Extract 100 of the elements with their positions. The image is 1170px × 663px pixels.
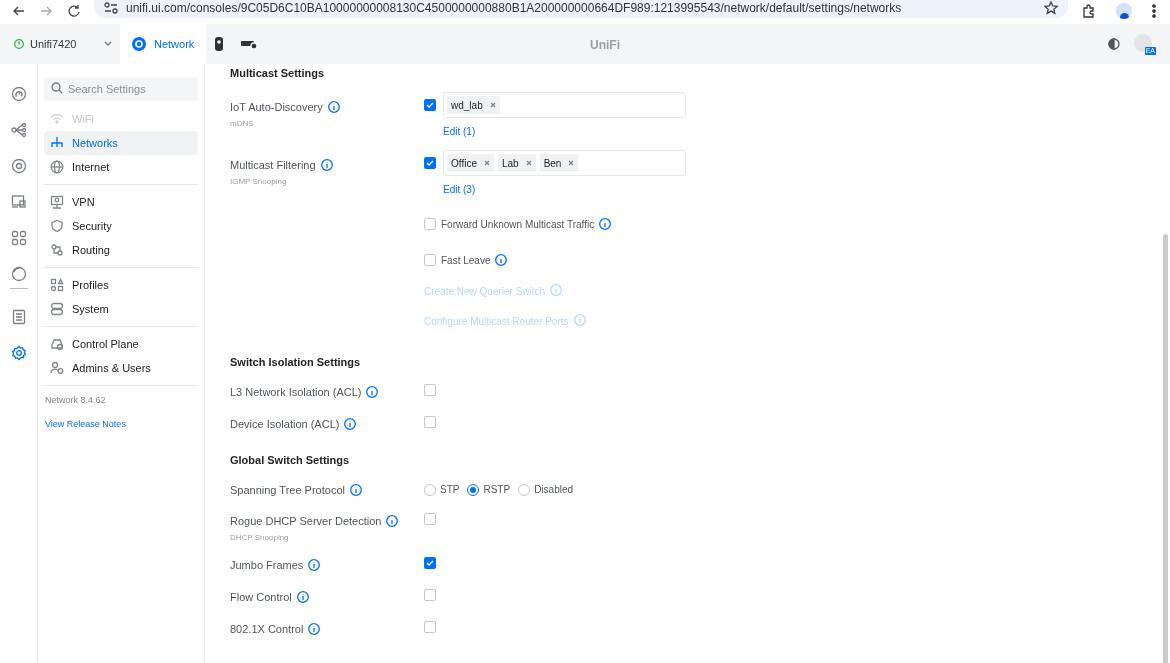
console-selector[interactable]: Unifi7420 bbox=[0, 24, 120, 64]
star-icon bbox=[1044, 1, 1058, 15]
checkbox[interactable] bbox=[424, 99, 436, 111]
checkbox[interactable] bbox=[424, 513, 436, 525]
document-icon[interactable] bbox=[10, 309, 27, 325]
users-icon bbox=[50, 361, 64, 375]
setting-label: Spanning Tree Protocol bbox=[230, 483, 345, 498]
release-notes-link[interactable]: View Release Notes bbox=[44, 417, 198, 431]
setting-sublabel: DHCP Snooping bbox=[230, 531, 290, 544]
profile-icon[interactable] bbox=[1116, 3, 1132, 19]
edit-link[interactable]: Edit (3) bbox=[443, 182, 686, 197]
address-bar[interactable]: unifi.ui.com/consoles/9C05D6C10BA10000000008130C4500000000880B1A200000000664DF989:1213995543/network/default/settings/networks bbox=[94, 0, 1068, 18]
remove-tag-icon bbox=[489, 102, 496, 108]
routing-icon bbox=[50, 243, 64, 257]
power-icon bbox=[14, 39, 24, 49]
checkbox[interactable] bbox=[424, 621, 436, 633]
target-icon[interactable] bbox=[10, 158, 27, 174]
reload-icon[interactable] bbox=[67, 4, 81, 18]
monitor-icon bbox=[50, 195, 64, 209]
puzzle-icon bbox=[1082, 4, 1096, 18]
setting-label: Rogue DHCP Server Detection bbox=[230, 514, 382, 529]
remove-tag-icon bbox=[568, 160, 575, 166]
option-label: Fast Leave bbox=[441, 254, 491, 268]
theme-contrast-icon bbox=[1108, 38, 1120, 50]
scrollbar[interactable] bbox=[1163, 234, 1168, 663]
info-icon bbox=[550, 284, 563, 296]
devices-icon[interactable] bbox=[10, 194, 27, 210]
info-icon bbox=[366, 386, 379, 399]
info-icon bbox=[495, 254, 508, 266]
info-icon bbox=[573, 314, 586, 326]
info-icon bbox=[599, 218, 612, 230]
tag-label: wd_lab bbox=[451, 98, 483, 113]
sidebar-item[interactable]: Admins & Users bbox=[44, 356, 198, 380]
checkmark-icon bbox=[426, 560, 434, 566]
site-settings-icon bbox=[104, 2, 118, 14]
info-icon bbox=[344, 418, 357, 431]
checkbox[interactable] bbox=[424, 157, 436, 169]
info-icon bbox=[327, 101, 340, 114]
setting-label: L3 Network Isolation (ACL) bbox=[230, 385, 362, 400]
toggle-stack-icon bbox=[50, 302, 64, 316]
checkbox[interactable] bbox=[424, 416, 436, 428]
tag-label: Lab bbox=[501, 156, 519, 171]
wifi-icon bbox=[50, 112, 64, 126]
sidebar-item[interactable]: Routing bbox=[44, 238, 198, 262]
info-icon bbox=[308, 559, 321, 572]
section-heading: Multicast Settings bbox=[230, 66, 326, 81]
checkbox[interactable] bbox=[424, 557, 436, 569]
checkbox[interactable] bbox=[424, 254, 436, 266]
radio-label: Disabled bbox=[534, 483, 574, 497]
grid-icon[interactable] bbox=[10, 230, 27, 246]
section-heading: Switch Isolation Settings bbox=[230, 355, 362, 370]
sidebar-item[interactable]: System bbox=[44, 297, 198, 321]
chevron-down-icon bbox=[104, 41, 112, 47]
radio-label: STP bbox=[440, 483, 460, 497]
network-app-tab[interactable]: Network bbox=[120, 24, 207, 64]
sidebar-item[interactable]: Internet bbox=[44, 155, 198, 179]
sidebar-item[interactable]: Networks bbox=[44, 131, 198, 155]
gateway-gear-icon bbox=[240, 38, 259, 50]
sidebar-item[interactable]: Control Plane bbox=[44, 332, 198, 356]
tag-label: Ben bbox=[543, 156, 562, 171]
sidebar-item[interactable]: Security bbox=[44, 214, 198, 238]
sidebar-item[interactable]: VPN bbox=[44, 190, 198, 214]
more-menu-icon bbox=[1152, 4, 1156, 18]
tag-input-field[interactable]: Office Lab Ben bbox=[443, 150, 686, 176]
setting-label: Flow Control bbox=[230, 590, 292, 605]
checkmark-icon bbox=[426, 160, 434, 166]
tag-input-field[interactable]: wd_lab bbox=[443, 92, 686, 118]
info-icon bbox=[296, 591, 309, 604]
gateway-icon bbox=[50, 337, 64, 351]
network-tree-icon bbox=[50, 136, 64, 150]
checkbox[interactable] bbox=[424, 589, 436, 601]
camera-icon bbox=[214, 36, 225, 52]
gauge-icon[interactable] bbox=[10, 86, 27, 102]
brand-logo-text: UniFi bbox=[590, 37, 620, 54]
setting-label: Jumbo Frames bbox=[230, 558, 304, 573]
topology-icon[interactable] bbox=[10, 122, 27, 138]
shield-icon bbox=[50, 219, 64, 233]
remove-tag-icon bbox=[483, 160, 490, 166]
radio-label: RSTP bbox=[483, 483, 511, 497]
info-icon bbox=[320, 159, 333, 172]
forward-arrow-icon[interactable] bbox=[39, 4, 53, 18]
section-heading: Global Switch Settings bbox=[230, 453, 351, 468]
edit-link[interactable]: Edit (1) bbox=[443, 124, 686, 139]
info-icon bbox=[349, 484, 362, 497]
setting-sublabel: mDNS bbox=[230, 117, 255, 130]
network-app-icon bbox=[132, 37, 146, 51]
settings-icon[interactable] bbox=[10, 345, 27, 361]
checkmark-icon bbox=[426, 102, 434, 108]
search-icon bbox=[51, 82, 63, 94]
setting-label: Multicast Filtering bbox=[230, 158, 316, 173]
info-icon bbox=[308, 623, 321, 636]
setting-label: IoT Auto-Discovery bbox=[230, 100, 323, 115]
sidebar-item[interactable]: Profiles bbox=[44, 273, 198, 297]
checkbox[interactable] bbox=[424, 218, 436, 230]
back-arrow-icon[interactable] bbox=[11, 4, 25, 18]
search-field[interactable]: Search Settings bbox=[44, 77, 198, 101]
setting-sublabel: IGMP Snooping bbox=[230, 175, 288, 188]
setting-label: 802.1X Control bbox=[230, 622, 304, 637]
checkbox[interactable] bbox=[424, 384, 436, 396]
version-text: Network 8.4.62 bbox=[44, 394, 107, 407]
